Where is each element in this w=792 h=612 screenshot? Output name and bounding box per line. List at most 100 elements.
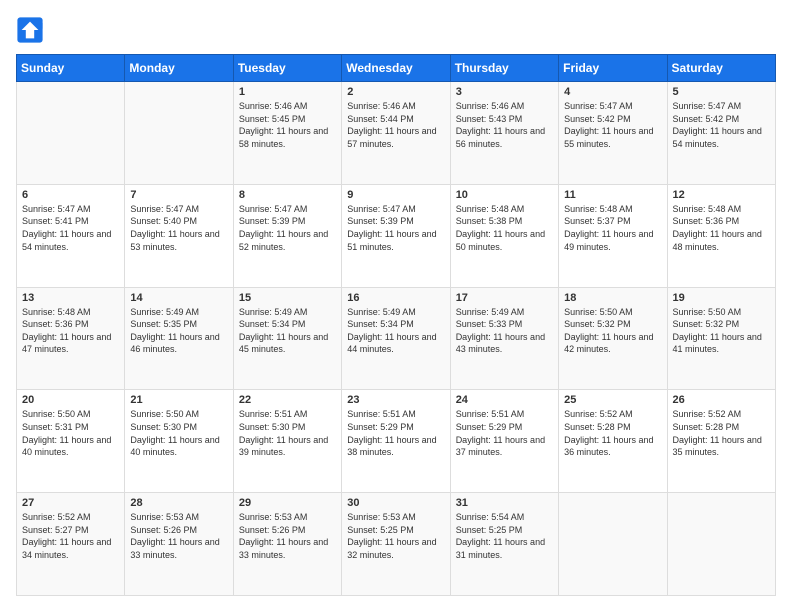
day-number: 25 <box>564 394 661 406</box>
calendar-cell: 21 Sunrise: 5:50 AM Sunset: 5:30 PM Dayli… <box>125 390 233 493</box>
calendar-cell: 18Sunrise: 5:50 AM Sunset: 5:32 PM Dayli… <box>559 287 667 390</box>
day-info: Sunrise: 5:52 AM Sunset: 5:28 PM Dayligh… <box>673 408 770 458</box>
calendar-cell: 19Sunrise: 5:50 AM Sunset: 5:32 PM Dayli… <box>667 287 775 390</box>
day-number: 18 <box>564 292 661 304</box>
calendar-cell: 5Sunrise: 5:47 AM Sunset: 5:42 PM Daylig… <box>667 82 775 185</box>
calendar-cell <box>17 82 125 185</box>
day-info: Sunrise: 5:47 AM Sunset: 5:40 PM Dayligh… <box>130 203 227 253</box>
day-number: 15 <box>239 292 336 304</box>
calendar-cell: 4 Sunrise: 5:47 AM Sunset: 5:42 PM Daylig… <box>559 82 667 185</box>
calendar-cell: 13 Sunrise: 5:48 AM Sunset: 5:36 PM Dayli… <box>17 287 125 390</box>
calendar-cell <box>559 493 667 596</box>
calendar-cell: 27 Sunrise: 5:52 AM Sunset: 5:27 PM Dayli… <box>17 493 125 596</box>
day-number: 7 <box>130 189 227 201</box>
day-number: 3 <box>456 86 553 98</box>
calendar-cell: 8 Sunrise: 5:47 AM Sunset: 5:39 PM Daylig… <box>233 184 341 287</box>
calendar-header-row: SundayMondayTuesdayWednesdayThursdayFrid… <box>17 55 776 82</box>
day-info: Sunrise: 5:49 AM Sunset: 5:33 PM Dayligh… <box>456 306 553 356</box>
day-number: 6 <box>22 189 119 201</box>
calendar-cell: 10Sunrise: 5:48 AM Sunset: 5:38 PM Dayli… <box>450 184 558 287</box>
day-number: 1 <box>239 86 336 98</box>
calendar-header-thursday: Thursday <box>450 55 558 82</box>
day-info: Sunrise: 5:49 AM Sunset: 5:35 PM Dayligh… <box>130 306 227 356</box>
day-number: 21 <box>130 394 227 406</box>
day-number: 17 <box>456 292 553 304</box>
day-info: Sunrise: 5:51 AM Sunset: 5:30 PM Dayligh… <box>239 408 336 458</box>
day-info: Sunrise: 5:47 AM Sunset: 5:39 PM Dayligh… <box>239 203 336 253</box>
page: SundayMondayTuesdayWednesdayThursdayFrid… <box>0 0 792 612</box>
day-info: Sunrise: 5:54 AM Sunset: 5:25 PM Dayligh… <box>456 511 553 561</box>
day-info: Sunrise: 5:50 AM Sunset: 5:30 PM Dayligh… <box>130 408 227 458</box>
day-info: Sunrise: 5:48 AM Sunset: 5:36 PM Dayligh… <box>673 203 770 253</box>
calendar-cell: 29 Sunrise: 5:53 AM Sunset: 5:26 PM Dayli… <box>233 493 341 596</box>
calendar-cell: 3 Sunrise: 5:46 AM Sunset: 5:43 PM Daylig… <box>450 82 558 185</box>
calendar-header-tuesday: Tuesday <box>233 55 341 82</box>
calendar-cell <box>125 82 233 185</box>
calendar-cell: 26 Sunrise: 5:52 AM Sunset: 5:28 PM Dayli… <box>667 390 775 493</box>
calendar-cell: 28 Sunrise: 5:53 AM Sunset: 5:26 PM Dayli… <box>125 493 233 596</box>
calendar-cell: 9Sunrise: 5:47 AM Sunset: 5:39 PM Daylig… <box>342 184 450 287</box>
day-info: Sunrise: 5:50 AM Sunset: 5:32 PM Dayligh… <box>673 306 770 356</box>
day-number: 26 <box>673 394 770 406</box>
calendar-header-monday: Monday <box>125 55 233 82</box>
day-number: 2 <box>347 86 444 98</box>
calendar-cell: 22 Sunrise: 5:51 AM Sunset: 5:30 PM Dayli… <box>233 390 341 493</box>
calendar-cell: 15 Sunrise: 5:49 AM Sunset: 5:34 PM Dayli… <box>233 287 341 390</box>
calendar-cell: 20 Sunrise: 5:50 AM Sunset: 5:31 PM Dayli… <box>17 390 125 493</box>
day-number: 9 <box>347 189 444 201</box>
day-number: 11 <box>564 189 661 201</box>
calendar-header-friday: Friday <box>559 55 667 82</box>
day-number: 13 <box>22 292 119 304</box>
calendar-cell <box>667 493 775 596</box>
day-number: 16 <box>347 292 444 304</box>
logo <box>16 16 48 44</box>
day-number: 31 <box>456 497 553 509</box>
calendar-week-row: 27 Sunrise: 5:52 AM Sunset: 5:27 PM Dayli… <box>17 493 776 596</box>
day-info: Sunrise: 5:49 AM Sunset: 5:34 PM Dayligh… <box>347 306 444 356</box>
day-number: 5 <box>673 86 770 98</box>
day-number: 20 <box>22 394 119 406</box>
calendar-week-row: 20 Sunrise: 5:50 AM Sunset: 5:31 PM Dayli… <box>17 390 776 493</box>
calendar-cell: 11Sunrise: 5:48 AM Sunset: 5:37 PM Dayli… <box>559 184 667 287</box>
day-info: Sunrise: 5:52 AM Sunset: 5:27 PM Dayligh… <box>22 511 119 561</box>
day-number: 29 <box>239 497 336 509</box>
day-number: 4 <box>564 86 661 98</box>
day-info: Sunrise: 5:53 AM Sunset: 5:26 PM Dayligh… <box>130 511 227 561</box>
day-info: Sunrise: 5:53 AM Sunset: 5:26 PM Dayligh… <box>239 511 336 561</box>
day-info: Sunrise: 5:46 AM Sunset: 5:45 PM Dayligh… <box>239 100 336 150</box>
calendar-week-row: 1 Sunrise: 5:46 AM Sunset: 5:45 PM Daylig… <box>17 82 776 185</box>
logo-icon <box>16 16 44 44</box>
day-number: 23 <box>347 394 444 406</box>
calendar-cell: 16 Sunrise: 5:49 AM Sunset: 5:34 PM Dayli… <box>342 287 450 390</box>
day-number: 12 <box>673 189 770 201</box>
calendar-header-sunday: Sunday <box>17 55 125 82</box>
day-number: 22 <box>239 394 336 406</box>
day-info: Sunrise: 5:46 AM Sunset: 5:44 PM Dayligh… <box>347 100 444 150</box>
calendar-cell: 1 Sunrise: 5:46 AM Sunset: 5:45 PM Daylig… <box>233 82 341 185</box>
calendar-cell: 17 Sunrise: 5:49 AM Sunset: 5:33 PM Dayli… <box>450 287 558 390</box>
calendar-cell: 23Sunrise: 5:51 AM Sunset: 5:29 PM Dayli… <box>342 390 450 493</box>
calendar-header-saturday: Saturday <box>667 55 775 82</box>
day-number: 30 <box>347 497 444 509</box>
calendar-cell: 25 Sunrise: 5:52 AM Sunset: 5:28 PM Dayli… <box>559 390 667 493</box>
day-info: Sunrise: 5:48 AM Sunset: 5:38 PM Dayligh… <box>456 203 553 253</box>
calendar-cell: 2 Sunrise: 5:46 AM Sunset: 5:44 PM Daylig… <box>342 82 450 185</box>
day-number: 14 <box>130 292 227 304</box>
calendar-cell: 12 Sunrise: 5:48 AM Sunset: 5:36 PM Dayli… <box>667 184 775 287</box>
calendar-cell: 30Sunrise: 5:53 AM Sunset: 5:25 PM Dayli… <box>342 493 450 596</box>
day-info: Sunrise: 5:50 AM Sunset: 5:31 PM Dayligh… <box>22 408 119 458</box>
day-number: 28 <box>130 497 227 509</box>
day-number: 24 <box>456 394 553 406</box>
header <box>16 16 776 44</box>
calendar-table: SundayMondayTuesdayWednesdayThursdayFrid… <box>16 54 776 596</box>
day-info: Sunrise: 5:49 AM Sunset: 5:34 PM Dayligh… <box>239 306 336 356</box>
calendar-cell: 14 Sunrise: 5:49 AM Sunset: 5:35 PM Dayli… <box>125 287 233 390</box>
day-number: 27 <box>22 497 119 509</box>
day-info: Sunrise: 5:52 AM Sunset: 5:28 PM Dayligh… <box>564 408 661 458</box>
day-info: Sunrise: 5:48 AM Sunset: 5:36 PM Dayligh… <box>22 306 119 356</box>
calendar-cell: 31 Sunrise: 5:54 AM Sunset: 5:25 PM Dayli… <box>450 493 558 596</box>
calendar-cell: 7 Sunrise: 5:47 AM Sunset: 5:40 PM Daylig… <box>125 184 233 287</box>
day-info: Sunrise: 5:47 AM Sunset: 5:42 PM Dayligh… <box>564 100 661 150</box>
day-info: Sunrise: 5:46 AM Sunset: 5:43 PM Dayligh… <box>456 100 553 150</box>
day-number: 8 <box>239 189 336 201</box>
